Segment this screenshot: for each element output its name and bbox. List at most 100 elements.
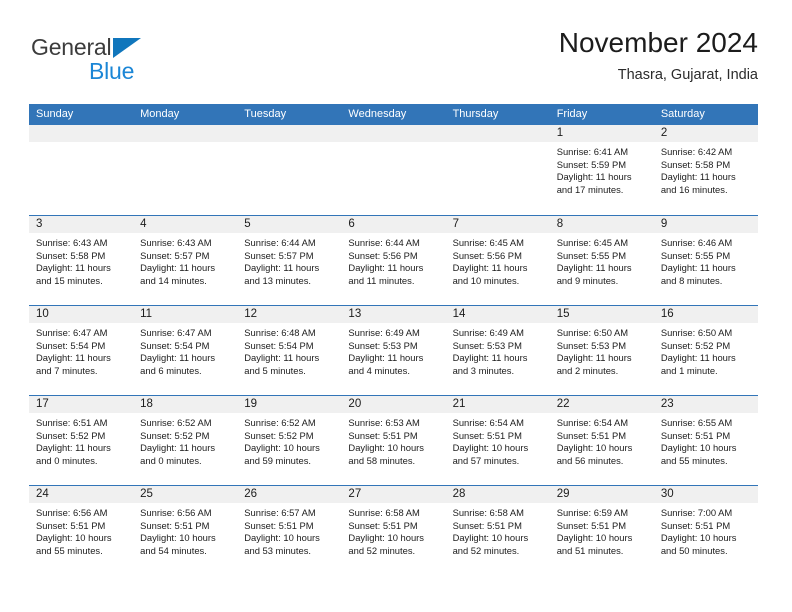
calendar-day-cell[interactable]: 11 Sunrise: 6:47 AM Sunset: 5:54 PM Dayl… bbox=[133, 306, 238, 395]
day-details: Sunrise: 6:56 AM Sunset: 5:51 PM Dayligh… bbox=[133, 503, 237, 557]
calendar-day-cell[interactable]: 28 Sunrise: 6:58 AM Sunset: 5:51 PM Dayl… bbox=[445, 486, 550, 575]
sunrise-text: Sunrise: 6:44 AM bbox=[244, 237, 316, 248]
calendar-week-row: 24 Sunrise: 6:56 AM Sunset: 5:51 PM Dayl… bbox=[29, 485, 758, 575]
sunset-text: Sunset: 5:54 PM bbox=[244, 339, 314, 351]
day-details: Sunrise: 6:46 AM Sunset: 5:55 PM Dayligh… bbox=[654, 233, 758, 287]
calendar-day-cell[interactable] bbox=[133, 125, 238, 215]
calendar-day-cell[interactable] bbox=[445, 125, 550, 215]
daylight-text: Daylight: 10 hours and 56 minutes. bbox=[556, 442, 633, 466]
sunset-text: Sunset: 5:58 PM bbox=[36, 249, 106, 261]
day-number: 11 bbox=[133, 306, 238, 323]
sunrise-text: Sunrise: 7:00 AM bbox=[660, 507, 733, 518]
sunset-text: Sunset: 5:51 PM bbox=[244, 519, 314, 531]
sunset-text: Sunset: 5:58 PM bbox=[660, 158, 731, 170]
calendar-day-cell[interactable]: 4 Sunrise: 6:43 AM Sunset: 5:57 PM Dayli… bbox=[133, 216, 238, 305]
calendar-day-cell[interactable]: 24 Sunrise: 6:56 AM Sunset: 5:51 PM Dayl… bbox=[29, 486, 134, 575]
calendar-day-cell[interactable]: 2 Sunrise: 6:42 AM Sunset: 5:58 PM Dayli… bbox=[653, 125, 758, 215]
day-number: 1 bbox=[549, 125, 654, 142]
sunrise-text: Sunrise: 6:52 AM bbox=[244, 417, 316, 428]
weekday-header-saturday: Saturday bbox=[660, 108, 705, 120]
calendar-day-cell[interactable]: 23 Sunrise: 6:55 AM Sunset: 5:51 PM Dayl… bbox=[653, 396, 758, 485]
weekday-header-friday: Friday bbox=[556, 108, 588, 120]
sunset-text: Sunset: 5:57 PM bbox=[244, 249, 314, 261]
calendar-day-cell[interactable]: 29 Sunrise: 6:59 AM Sunset: 5:51 PM Dayl… bbox=[549, 486, 654, 575]
brand-logo[interactable]: General Blue bbox=[29, 34, 169, 86]
calendar-day-cell[interactable]: 7 Sunrise: 6:45 AM Sunset: 5:56 PM Dayli… bbox=[445, 216, 550, 305]
day-number: 24 bbox=[29, 486, 134, 503]
day-number bbox=[29, 125, 134, 142]
day-number: 2 bbox=[653, 125, 758, 142]
daylight-text: Daylight: 11 hours and 4 minutes. bbox=[348, 352, 424, 376]
calendar-day-cell[interactable]: 15 Sunrise: 6:50 AM Sunset: 5:53 PM Dayl… bbox=[549, 306, 654, 395]
sunrise-text: Sunrise: 6:50 AM bbox=[556, 327, 629, 338]
sunrise-text: Sunrise: 6:46 AM bbox=[660, 237, 733, 248]
daylight-text: Daylight: 11 hours and 0 minutes. bbox=[36, 442, 111, 466]
daylight-text: Daylight: 11 hours and 3 minutes. bbox=[452, 352, 528, 376]
calendar-day-cell[interactable]: 14 Sunrise: 6:49 AM Sunset: 5:53 PM Dayl… bbox=[445, 306, 550, 395]
sunset-text: Sunset: 5:53 PM bbox=[452, 339, 522, 351]
day-details: Sunrise: 6:45 AM Sunset: 5:55 PM Dayligh… bbox=[550, 233, 654, 287]
calendar-day-cell[interactable]: 21 Sunrise: 6:54 AM Sunset: 5:51 PM Dayl… bbox=[445, 396, 550, 485]
calendar-day-cell[interactable]: 13 Sunrise: 6:49 AM Sunset: 5:53 PM Dayl… bbox=[341, 306, 446, 395]
day-number bbox=[237, 125, 342, 142]
day-details: Sunrise: 6:42 AM Sunset: 5:58 PM Dayligh… bbox=[654, 142, 758, 196]
calendar-day-cell[interactable]: 26 Sunrise: 6:57 AM Sunset: 5:51 PM Dayl… bbox=[237, 486, 342, 575]
calendar-day-cell[interactable]: 18 Sunrise: 6:52 AM Sunset: 5:52 PM Dayl… bbox=[133, 396, 238, 485]
calendar-day-cell[interactable]: 12 Sunrise: 6:48 AM Sunset: 5:54 PM Dayl… bbox=[237, 306, 342, 395]
sunrise-text: Sunrise: 6:47 AM bbox=[140, 327, 212, 338]
calendar-day-cell[interactable]: 8 Sunrise: 6:45 AM Sunset: 5:55 PM Dayli… bbox=[549, 216, 654, 305]
day-details: Sunrise: 6:59 AM Sunset: 5:51 PM Dayligh… bbox=[550, 503, 654, 557]
sunset-text: Sunset: 5:52 PM bbox=[244, 429, 314, 441]
day-details: Sunrise: 6:49 AM Sunset: 5:53 PM Dayligh… bbox=[446, 323, 550, 377]
calendar-day-cell[interactable]: 30 Sunrise: 7:00 AM Sunset: 5:51 PM Dayl… bbox=[653, 486, 758, 575]
day-number: 12 bbox=[237, 306, 342, 323]
calendar-day-cell[interactable]: 17 Sunrise: 6:51 AM Sunset: 5:52 PM Dayl… bbox=[29, 396, 134, 485]
calendar-day-cell[interactable]: 1 Sunrise: 6:41 AM Sunset: 5:59 PM Dayli… bbox=[549, 125, 654, 215]
sunrise-text: Sunrise: 6:58 AM bbox=[452, 507, 524, 518]
daylight-text: Daylight: 10 hours and 57 minutes. bbox=[452, 442, 529, 466]
calendar-day-cell[interactable]: 3 Sunrise: 6:43 AM Sunset: 5:58 PM Dayli… bbox=[29, 216, 134, 305]
daylight-text: Daylight: 11 hours and 15 minutes. bbox=[36, 262, 111, 286]
day-number bbox=[133, 125, 238, 142]
calendar-day-cell[interactable]: 22 Sunrise: 6:54 AM Sunset: 5:51 PM Dayl… bbox=[549, 396, 654, 485]
calendar-day-cell[interactable] bbox=[29, 125, 134, 215]
calendar-day-cell[interactable]: 16 Sunrise: 6:50 AM Sunset: 5:52 PM Dayl… bbox=[653, 306, 758, 395]
day-details: Sunrise: 6:41 AM Sunset: 5:59 PM Dayligh… bbox=[550, 142, 654, 196]
calendar-day-cell[interactable]: 10 Sunrise: 6:47 AM Sunset: 5:54 PM Dayl… bbox=[29, 306, 134, 395]
calendar-day-cell[interactable]: 9 Sunrise: 6:46 AM Sunset: 5:55 PM Dayli… bbox=[653, 216, 758, 305]
sunrise-text: Sunrise: 6:53 AM bbox=[348, 417, 420, 428]
sunrise-text: Sunrise: 6:47 AM bbox=[36, 327, 108, 338]
sunset-text: Sunset: 5:51 PM bbox=[556, 519, 627, 531]
weekday-header-wednesday: Wednesday bbox=[348, 108, 407, 120]
page-subtitle: Thasra, Gujarat, India bbox=[617, 67, 758, 83]
sunrise-text: Sunrise: 6:54 AM bbox=[452, 417, 524, 428]
sunset-text: Sunset: 5:53 PM bbox=[556, 339, 627, 351]
sunset-text: Sunset: 5:51 PM bbox=[452, 429, 522, 441]
day-details: Sunrise: 6:47 AM Sunset: 5:54 PM Dayligh… bbox=[29, 323, 133, 377]
calendar-day-cell[interactable] bbox=[341, 125, 446, 215]
daylight-text: Daylight: 11 hours and 14 minutes. bbox=[140, 262, 216, 286]
calendar-day-cell[interactable]: 5 Sunrise: 6:44 AM Sunset: 5:57 PM Dayli… bbox=[237, 216, 342, 305]
day-details: Sunrise: 6:43 AM Sunset: 5:58 PM Dayligh… bbox=[29, 233, 133, 287]
calendar-week-row: 3 Sunrise: 6:43 AM Sunset: 5:58 PM Dayli… bbox=[29, 215, 758, 305]
page-title: November 2024 bbox=[558, 27, 758, 58]
sunset-text: Sunset: 5:52 PM bbox=[660, 339, 731, 351]
calendar-day-cell[interactable]: 19 Sunrise: 6:52 AM Sunset: 5:52 PM Dayl… bbox=[237, 396, 342, 485]
sunrise-text: Sunrise: 6:48 AM bbox=[244, 327, 316, 338]
sunset-text: Sunset: 5:55 PM bbox=[556, 249, 627, 261]
day-number: 25 bbox=[133, 486, 238, 503]
calendar-day-cell[interactable]: 6 Sunrise: 6:44 AM Sunset: 5:56 PM Dayli… bbox=[341, 216, 446, 305]
calendar-day-cell[interactable]: 25 Sunrise: 6:56 AM Sunset: 5:51 PM Dayl… bbox=[133, 486, 238, 575]
day-number: 14 bbox=[445, 306, 550, 323]
calendar-day-cell[interactable]: 20 Sunrise: 6:53 AM Sunset: 5:51 PM Dayl… bbox=[341, 396, 446, 485]
day-details bbox=[29, 142, 133, 146]
daylight-text: Daylight: 11 hours and 13 minutes. bbox=[244, 262, 320, 286]
day-number: 27 bbox=[341, 486, 446, 503]
calendar-day-cell[interactable] bbox=[237, 125, 342, 215]
day-number: 8 bbox=[549, 216, 654, 233]
day-details: Sunrise: 6:43 AM Sunset: 5:57 PM Dayligh… bbox=[133, 233, 237, 287]
day-number: 4 bbox=[133, 216, 238, 233]
calendar-day-cell[interactable]: 27 Sunrise: 6:58 AM Sunset: 5:51 PM Dayl… bbox=[341, 486, 446, 575]
sunrise-text: Sunrise: 6:56 AM bbox=[36, 507, 108, 518]
weekday-header-tuesday: Tuesday bbox=[244, 108, 287, 120]
